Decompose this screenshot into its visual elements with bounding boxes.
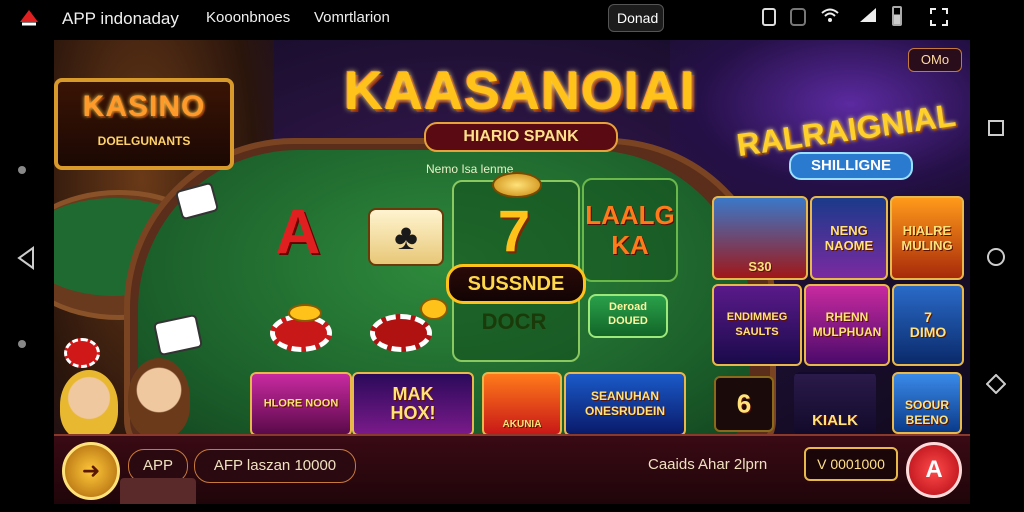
green-deroad-button[interactable]: Deroad DOUED (588, 294, 668, 338)
side-tile[interactable]: 7 DIMO (892, 284, 964, 366)
green-deroad-label: Deroad DOUED (608, 301, 648, 327)
center-chip-label: Donad (617, 10, 659, 26)
character-avatar (60, 370, 118, 440)
character-avatar (128, 358, 190, 438)
bottom-tile[interactable]: MAK HOX! (352, 372, 474, 436)
signal-icon (858, 6, 878, 29)
status-bar: APP indonaday Kooonbnoes Vomrtlarion Don… (0, 0, 1024, 36)
center-chip[interactable]: Donad (608, 4, 664, 32)
bottom-tile-label: KIALK (812, 412, 858, 429)
side-tile-label: HIALRE MULING (901, 223, 953, 253)
bottom-tile[interactable]: AKUNIA (482, 372, 562, 436)
side-tile-label: RHENN MULPHUAN (812, 310, 882, 339)
card-ace-label: A (275, 198, 321, 267)
gold-coin-stack-icon (492, 172, 542, 198)
back-icon[interactable] (985, 373, 1007, 399)
card-ace[interactable]: A (268, 200, 328, 266)
side-tile-label: S30 (748, 259, 772, 274)
circle-icon[interactable] (987, 248, 1005, 266)
card-club[interactable]: ♣ (368, 208, 444, 266)
main-slot-button-label: SUSSNDE (467, 273, 565, 295)
right-logo-subtitle: SHILLIGNE (789, 152, 913, 180)
fullscreen-icon[interactable] (930, 8, 948, 31)
ka-panel-label: LAALG KA (585, 200, 675, 260)
side-tile-label: NENG NAOME (824, 223, 874, 253)
kasino-logo-subtitle: DOELGUNANTS (97, 134, 191, 148)
side-tile[interactable]: ENDIMMEG SAULTS (712, 284, 802, 366)
bottom-tile-label: SOOUR BEENO (904, 398, 949, 427)
bottom-tile[interactable]: KIALK (794, 372, 876, 436)
tab-1[interactable]: Kooonbnoes (206, 9, 290, 26)
balance-pill-label: AFP laszan 10000 (213, 457, 337, 474)
bottom-tile-label: AKUNIA (502, 419, 542, 430)
promo-badge[interactable]: OMo (908, 48, 962, 72)
bottom-tile[interactable]: SOOUR BEENO (892, 372, 962, 434)
game-title: KAASANOIAI (344, 61, 697, 121)
arrow-right-icon[interactable]: ➜ (62, 442, 120, 500)
bottom-tile-label: HLORE NOON (263, 397, 339, 410)
game-subtitle: HIARIO SPANK (424, 122, 618, 152)
main-slot-button[interactable]: SUSSNDE (446, 264, 586, 304)
battery-icon (892, 6, 902, 26)
character-thumbnail (120, 478, 196, 504)
bottom-tile-label: 6 (736, 388, 752, 419)
side-tile[interactable]: HIALRE MULING (890, 196, 964, 280)
back-triangle-icon[interactable] (16, 246, 36, 275)
tab-2[interactable]: Vomrtlarion (314, 9, 390, 26)
kasino-logo-title: KASINO (82, 90, 206, 123)
bottom-tile[interactable]: SEANUHAN ONESRUDEIN (564, 372, 686, 436)
kasino-logo: KASINO DOELGUNANTS (54, 78, 234, 170)
dot-icon (18, 340, 26, 348)
record-icon (790, 8, 806, 26)
gold-coin-icon (288, 304, 322, 322)
red-action-button[interactable]: A (906, 442, 962, 498)
gold-coin-icon (420, 298, 448, 320)
right-nav-bar (970, 36, 1024, 512)
side-tile-label: 7 DIMO (909, 309, 947, 340)
wifi-icon (820, 6, 840, 29)
bottom-tile-label: SEANUHAN ONESRUDEIN (584, 389, 665, 418)
game-screen: KASINO DOELGUNANTS KAASANOIAI HIARIO SPA… (54, 40, 970, 504)
app-title: APP indonaday (62, 9, 179, 28)
balance-pill[interactable]: AFP laszan 10000 (194, 449, 356, 483)
doc-button-label: DOCR (481, 309, 547, 334)
card-seven[interactable]: 7 (484, 200, 544, 264)
poker-chip-icon (64, 338, 100, 368)
poker-chip-red-2 (370, 314, 432, 352)
card-seven-label: 7 (497, 199, 531, 264)
square-icon[interactable] (988, 120, 1004, 136)
dot-icon (18, 166, 26, 174)
bottom-tile-label: MAK HOX! (390, 384, 436, 423)
app-logo-icon (18, 8, 40, 28)
side-tile-label: ENDIMMEG SAULTS (726, 311, 788, 338)
felt-label: Nemo Isa lenme (426, 162, 514, 176)
left-nav-bar (0, 36, 54, 512)
bottom-tile[interactable]: 6 (714, 376, 774, 432)
status-text: Caaids Ahar 2lprn (648, 456, 768, 473)
app-pill-label: APP (142, 457, 173, 474)
bottom-tile[interactable]: HLORE NOON (250, 372, 352, 436)
ka-panel[interactable]: LAALG KA (582, 178, 678, 282)
gold-value[interactable]: V 0001000 (804, 447, 898, 481)
phone-icon (762, 8, 776, 26)
side-tile[interactable]: NENG NAOME (810, 196, 888, 280)
card-club-label: ♣ (394, 216, 418, 257)
bottom-bar: ➜ APP AFP laszan 10000 Caaids Ahar 2lprn… (54, 434, 970, 504)
side-tile[interactable]: RHENN MULPHUAN (804, 284, 890, 366)
side-tile[interactable]: S30 (712, 196, 808, 280)
doc-button[interactable]: DOCR (464, 304, 564, 340)
